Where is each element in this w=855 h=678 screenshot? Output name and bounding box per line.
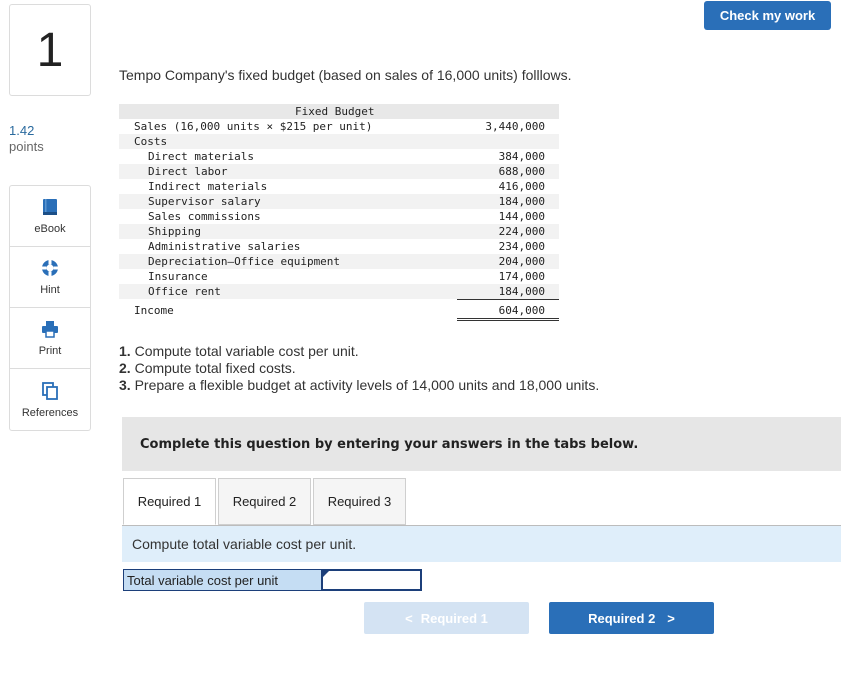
cost-row: Depreciation—Office equipment 204,000 <box>119 254 559 269</box>
points-info: 1.42 points <box>9 123 44 155</box>
costs-row: Costs <box>119 134 559 149</box>
income-row: Income 604,000 <box>119 303 559 321</box>
income-label: Income <box>134 304 174 317</box>
cost-value: 234,000 <box>498 240 545 253</box>
answer-label: Total variable cost per unit <box>123 569 322 591</box>
budget-header-row: Fixed Budget <box>119 104 559 119</box>
total-double-underline <box>457 318 559 321</box>
answer-row: Total variable cost per unit <box>123 569 422 591</box>
book-icon <box>43 199 57 215</box>
hint-label: Hint <box>40 284 60 296</box>
budget-header: Fixed Budget <box>295 105 375 118</box>
copy-icon <box>42 381 58 400</box>
question-prompt: Compute total variable cost per unit. <box>122 526 841 562</box>
chevron-left-icon: < <box>405 610 413 626</box>
points-value: 1.42 <box>9 123 35 138</box>
references-label: References <box>21 406 79 419</box>
chevron-right-icon: > <box>667 610 675 626</box>
ebook-button[interactable]: eBook <box>10 186 90 247</box>
task-item: 3. Prepare a flexible budget at activity… <box>119 377 600 393</box>
cost-value: 174,000 <box>498 270 545 283</box>
cost-value: 688,000 <box>498 165 545 178</box>
question-number-box: 1 <box>9 4 91 96</box>
ebook-label: eBook <box>34 223 66 235</box>
references-button[interactable]: References <box>10 369 90 430</box>
cost-label: Depreciation—Office equipment <box>148 255 341 268</box>
required-tabs: Required 1 Required 2 Required 3 <box>123 478 408 526</box>
instruction-bar: Complete this question by entering your … <box>122 417 841 471</box>
income-value: 604,000 <box>498 304 545 317</box>
cost-row: Administrative salaries 234,000 <box>119 239 559 254</box>
printer-icon <box>42 321 58 338</box>
variable-cost-input[interactable] <box>322 569 422 591</box>
question-number: 1 <box>36 23 64 77</box>
cost-label: Administrative salaries <box>148 240 301 253</box>
points-label: points <box>9 139 44 154</box>
cost-value: 144,000 <box>498 210 545 223</box>
cost-label: Indirect materials <box>148 180 268 193</box>
cost-row: Insurance 174,000 <box>119 269 559 284</box>
next-required-button[interactable]: Required 2 > <box>549 602 714 634</box>
prev-label: Required 1 <box>420 610 488 626</box>
print-label: Print <box>38 345 62 357</box>
cost-label: Sales commissions <box>148 210 261 223</box>
cost-row: Indirect materials 416,000 <box>119 179 559 194</box>
cost-value: 416,000 <box>498 180 545 193</box>
prev-required-button[interactable]: < Required 1 <box>364 602 529 634</box>
cost-label: Shipping <box>148 225 201 238</box>
lifebuoy-icon <box>41 259 59 277</box>
cost-value: 184,000 <box>498 195 545 208</box>
sales-value: 3,440,000 <box>485 120 545 133</box>
cost-label: Supervisor salary <box>148 195 261 208</box>
cost-label: Insurance <box>148 270 208 283</box>
costs-label: Costs <box>134 135 168 148</box>
tab-required-1[interactable]: Required 1 <box>123 478 216 525</box>
hint-button[interactable]: Hint <box>10 247 90 308</box>
input-corner-marker <box>323 571 329 577</box>
cost-value: 204,000 <box>498 255 545 268</box>
cost-value: 224,000 <box>498 225 545 238</box>
cost-row: Supervisor salary 184,000 <box>119 194 559 209</box>
cost-value: 184,000 <box>498 285 545 298</box>
task-item: 2. Compute total fixed costs. <box>119 360 296 376</box>
cost-row: Office rent 184,000 <box>119 284 559 300</box>
print-button[interactable]: Print <box>10 308 90 369</box>
task-list: 1. Compute total variable cost per unit.… <box>119 343 599 394</box>
cost-row: Direct labor 688,000 <box>119 164 559 179</box>
tab-required-2[interactable]: Required 2 <box>218 478 311 525</box>
fixed-budget-table: Fixed Budget Sales (16,000 units × $215 … <box>119 104 559 321</box>
cost-row: Shipping 224,000 <box>119 224 559 239</box>
check-my-work-button[interactable]: Check my work <box>704 1 831 30</box>
cost-label: Office rent <box>148 285 221 298</box>
next-label: Required 2 <box>588 610 656 626</box>
tab-required-3[interactable]: Required 3 <box>313 478 406 525</box>
cost-value: 384,000 <box>498 150 545 163</box>
sales-row: Sales (16,000 units × $215 per unit) 3,44… <box>119 119 559 134</box>
intro-text: Tempo Company's fixed budget (based on s… <box>119 67 572 83</box>
cost-row: Direct materials 384,000 <box>119 149 559 164</box>
sales-label: Sales (16,000 units × $215 per unit) <box>134 120 373 133</box>
cost-label: Direct materials <box>148 150 254 163</box>
task-item: 1. Compute total variable cost per unit. <box>119 343 359 359</box>
tools-panel: eBook Hint Print References <box>9 185 91 431</box>
cost-label: Direct labor <box>148 165 228 178</box>
cost-row: Sales commissions 144,000 <box>119 209 559 224</box>
